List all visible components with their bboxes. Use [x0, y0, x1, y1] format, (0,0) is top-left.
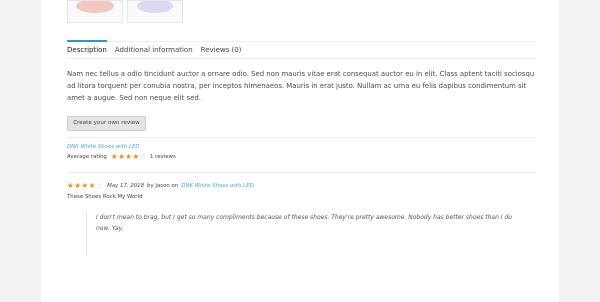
product-description: Nam nec tellus a odio tincidunt auctor a…: [67, 70, 535, 102]
star-filled-icon: ★: [110, 152, 119, 161]
tabs-bottom-divider: [67, 58, 536, 59]
average-rating-label: Average rating: [67, 154, 107, 160]
product-detail-panel: Description Additional information Revie…: [41, 0, 559, 302]
review-body-quote: I don't mean to brag, but I get so many …: [86, 212, 516, 256]
star-filled-icon: ★: [125, 152, 133, 161]
review-meta-row: ★★★★☆ May 17, 2018 by Jason on DNK White…: [67, 182, 254, 190]
average-rating-stars: ★★★★☆: [111, 153, 147, 161]
shoe-image-lavender: [137, 1, 173, 13]
average-rating-row: Average rating ★★★★☆ 1 reviews: [67, 153, 176, 161]
summary-product-link[interactable]: DNK White Shoes with LED: [67, 144, 140, 150]
section-divider: [67, 137, 536, 138]
star-filled-icon: ★: [81, 181, 89, 190]
review-title: These Shoes Rock My World: [67, 194, 143, 200]
star-empty-icon: ☆: [95, 181, 104, 190]
star-filled-icon: ★: [88, 181, 96, 190]
product-thumbnail-1[interactable]: [67, 0, 123, 23]
tab-additional-information[interactable]: Additional information: [115, 42, 193, 58]
tab-reviews[interactable]: Reviews (0): [201, 42, 242, 58]
tab-description[interactable]: Description: [67, 40, 107, 58]
review-count: 1 reviews: [150, 154, 176, 160]
review-author: by Jason on: [147, 183, 179, 189]
section-divider-2: [67, 172, 536, 173]
star-filled-icon: ★: [132, 152, 140, 161]
star-empty-icon: ☆: [139, 152, 147, 161]
review-product-link[interactable]: DNK White Shoes with LED: [181, 183, 254, 189]
create-review-button[interactable]: Create your own review: [67, 116, 146, 131]
review-rating-stars: ★★★★☆: [67, 182, 103, 190]
review-body: I don't mean to brag, but I get so many …: [96, 214, 512, 232]
review-date: May 17, 2018: [107, 183, 145, 189]
product-tabs: Description Additional information Revie…: [67, 40, 249, 58]
shoe-image-pink: [76, 1, 114, 13]
product-thumbnail-2[interactable]: [127, 0, 183, 23]
